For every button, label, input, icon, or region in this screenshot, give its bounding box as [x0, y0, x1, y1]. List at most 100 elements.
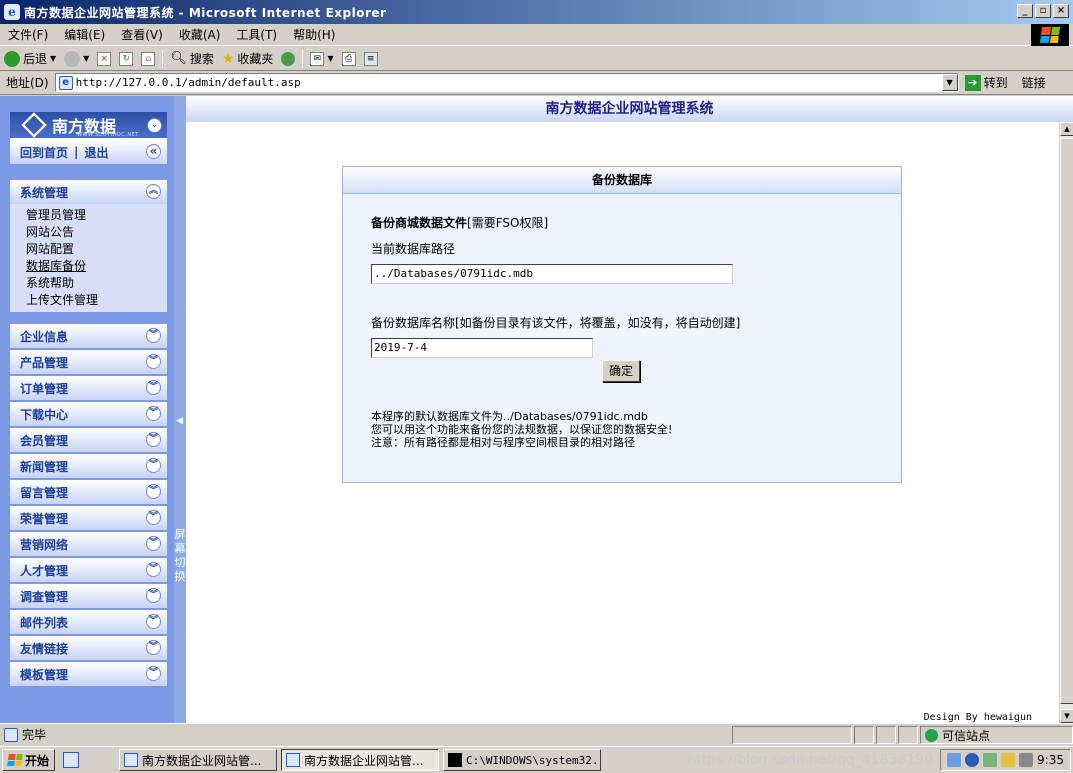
- scroll-thumb[interactable]: [1060, 138, 1073, 704]
- taskbar: 开始 南方数据企业网站管... 南方数据企业网站管... C:\WINDOWS\…: [0, 746, 1073, 773]
- links-label[interactable]: 链接: [1022, 74, 1046, 91]
- menu-edit[interactable]: 编辑(E): [56, 26, 113, 43]
- home-link[interactable]: 回到首页: [20, 144, 68, 161]
- media-button[interactable]: [277, 51, 299, 66]
- sidebar-group-company[interactable]: 企业信息 ︾: [10, 324, 167, 348]
- sidebar-group-honors[interactable]: 荣誉管理 ︾: [10, 506, 167, 530]
- monitor-icon[interactable]: [983, 753, 998, 767]
- screen-toggle-label[interactable]: 屏幕切换: [174, 528, 186, 584]
- sidebar-group-orders[interactable]: 订单管理 ︾: [10, 376, 167, 400]
- sidebar-group-mailing[interactable]: 邮件列表 ︾: [10, 610, 167, 634]
- address-input[interactable]: e http://127.0.0.1/admin/default.asp ▼: [54, 73, 959, 92]
- sidebar-group-network[interactable]: 营销网络 ︾: [10, 532, 167, 556]
- sidebar-group-members[interactable]: 会员管理 ︾: [10, 428, 167, 452]
- chevron-down-icon[interactable]: ︾: [146, 510, 161, 525]
- address-dropdown-icon[interactable]: ▼: [941, 74, 958, 91]
- dropdown-arrow-icon[interactable]: ▼: [50, 54, 56, 63]
- chevron-down-icon[interactable]: ︾: [146, 458, 161, 473]
- sidebar-item-announcement[interactable]: 网站公告: [26, 224, 167, 241]
- sidebar-group-links[interactable]: 友情链接 ︾: [10, 636, 167, 660]
- dropdown-arrow-icon[interactable]: ▼: [327, 54, 333, 63]
- volume-icon[interactable]: [1019, 753, 1034, 767]
- window-titlebar[interactable]: e 南方数据企业网站管理系统 - Microsoft Internet Expl…: [0, 0, 1073, 24]
- back-button[interactable]: 后退 ▼: [0, 50, 60, 67]
- collapse-left-icon[interactable]: «: [146, 144, 161, 159]
- chevron-down-icon[interactable]: ︾: [146, 432, 161, 447]
- sidebar-group-survey[interactable]: 调查管理 ︾: [10, 584, 167, 608]
- scroll-up-icon[interactable]: ▲: [1060, 122, 1073, 136]
- dropdown-arrow-icon[interactable]: ▼: [83, 54, 89, 63]
- ie-icon: [124, 753, 139, 767]
- taskbar-item-cmd[interactable]: C:\WINDOWS\system32...: [443, 749, 602, 771]
- sidebar-item-help[interactable]: 系统帮助: [26, 275, 167, 292]
- forward-button[interactable]: ▼: [60, 50, 93, 67]
- minimize-button[interactable]: _: [1017, 4, 1033, 18]
- sidebar-group-news[interactable]: 新闻管理 ︾: [10, 454, 167, 478]
- note-line: 本程序的默认数据库文件为../Databases/0791idc.mdb: [371, 410, 648, 423]
- taskbar-item-ie-1[interactable]: 南方数据企业网站管...: [119, 749, 278, 771]
- menu-view[interactable]: 查看(V): [113, 26, 171, 43]
- chevron-down-icon[interactable]: ︾: [146, 380, 161, 395]
- network-icon[interactable]: [947, 753, 962, 767]
- collapse-arrow-icon[interactable]: ◀: [176, 416, 183, 426]
- logout-link[interactable]: 退出: [84, 144, 108, 161]
- security-icon[interactable]: [1001, 753, 1016, 767]
- chevron-down-icon[interactable]: ︾: [146, 406, 161, 421]
- sidebar-item-site-config[interactable]: 网站配置: [26, 241, 167, 258]
- address-url[interactable]: http://127.0.0.1/admin/default.asp: [76, 76, 942, 89]
- sidebar-group-talent[interactable]: 人才管理 ︾: [10, 558, 167, 582]
- start-button[interactable]: 开始: [2, 749, 56, 771]
- taskbar-item-ie-2[interactable]: 南方数据企业网站管...: [281, 749, 440, 771]
- chevron-down-icon[interactable]: ︾: [146, 328, 161, 343]
- scroll-down-icon[interactable]: ▼: [1060, 709, 1073, 723]
- menu-favorites[interactable]: 收藏(A): [171, 26, 229, 43]
- current-path-input[interactable]: ../Databases/0791idc.mdb: [371, 264, 733, 284]
- security-zone[interactable]: 可信站点: [920, 726, 1073, 744]
- sidebar-group-downloads[interactable]: 下载中心 ︾: [10, 402, 167, 426]
- chevron-down-icon[interactable]: ︾: [146, 484, 161, 499]
- logo-subtext: WWW.SOUTHIDC.NET: [77, 132, 139, 138]
- collapse-chevron-icon[interactable]: ⌄: [147, 118, 162, 133]
- menu-file[interactable]: 文件(F): [0, 26, 56, 43]
- chevron-down-icon[interactable]: ︾: [146, 614, 161, 629]
- backup-name-input[interactable]: 2019-7-4: [371, 338, 593, 358]
- edit-button[interactable]: ≡: [360, 51, 382, 66]
- system-group-header[interactable]: 系统管理 ︽: [10, 180, 167, 204]
- current-path-label: 当前数据库路径: [371, 242, 456, 256]
- chevron-up-icon[interactable]: ︽: [146, 184, 161, 199]
- sidebar-group-products[interactable]: 产品管理 ︾: [10, 350, 167, 374]
- print-button[interactable]: ⎙: [338, 51, 360, 66]
- search-button[interactable]: 🔍︎ 搜索: [166, 50, 218, 67]
- chevron-down-icon[interactable]: ︾: [146, 562, 161, 577]
- chevron-down-icon[interactable]: ︾: [146, 354, 161, 369]
- home-button[interactable]: ⌂: [137, 51, 159, 66]
- main-content: 南方数据企业网站管理系统 备份数据库 备份商城数据文件[需要FSO权限] 当前数…: [186, 96, 1073, 723]
- chevron-down-icon[interactable]: ︾: [146, 640, 161, 655]
- chevron-down-icon[interactable]: ︾: [146, 588, 161, 603]
- sidebar-group-guestbook[interactable]: 留言管理 ︾: [10, 480, 167, 504]
- sidebar-group-templates[interactable]: 模板管理 ︾: [10, 662, 167, 686]
- go-button[interactable]: ➔ 转到: [964, 74, 1008, 91]
- chevron-down-icon[interactable]: ︾: [146, 536, 161, 551]
- close-button[interactable]: ×: [1053, 4, 1069, 18]
- group-title: 人才管理: [20, 563, 69, 578]
- refresh-button[interactable]: ↻: [115, 51, 137, 66]
- restore-button[interactable]: ▫: [1035, 4, 1051, 18]
- quicklaunch-ie-icon[interactable]: [63, 752, 80, 768]
- mail-button[interactable]: ✉ ▼: [306, 51, 337, 66]
- sidebar-item-upload[interactable]: 上传文件管理: [26, 292, 167, 309]
- favorites-button[interactable]: ★ 收藏夹: [218, 50, 278, 67]
- stop-button[interactable]: ×: [93, 51, 115, 66]
- sidebar-item-admin[interactable]: 管理员管理: [26, 207, 167, 224]
- sidebar-item-db-backup[interactable]: 数据库备份: [26, 258, 167, 275]
- clock[interactable]: 9:35: [1037, 753, 1064, 767]
- confirm-button[interactable]: 确定: [602, 360, 640, 382]
- sidebar-toggle-strip[interactable]: ◀ 屏幕切换: [174, 96, 186, 723]
- menu-tools[interactable]: 工具(T): [228, 26, 285, 43]
- chevron-down-icon[interactable]: ︾: [146, 666, 161, 681]
- vertical-scrollbar[interactable]: ▲ ▼: [1059, 122, 1073, 723]
- menu-help[interactable]: 帮助(H): [285, 26, 343, 43]
- go-arrow-icon: ➔: [964, 74, 981, 91]
- task-label: C:\WINDOWS\system32...: [466, 753, 602, 767]
- help-icon[interactable]: [965, 753, 980, 767]
